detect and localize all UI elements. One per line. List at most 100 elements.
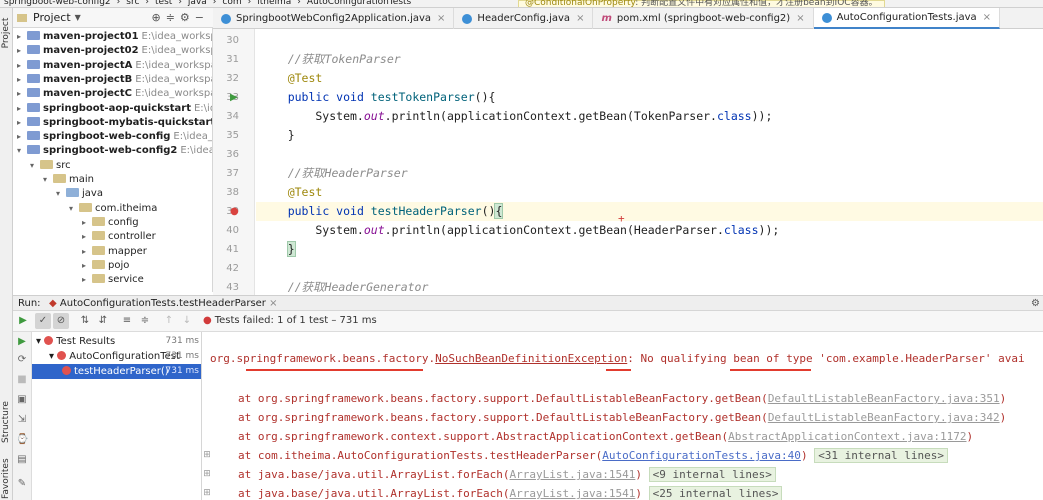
test-console[interactable]: org.springframework.beans.factory.NoSuch… xyxy=(202,332,1043,500)
test-result-row[interactable]: ▾ Test Results 731 ms xyxy=(32,334,201,349)
sort-alpha-icon[interactable]: ⇅ xyxy=(77,313,93,329)
tree-item[interactable]: ▸ config xyxy=(13,216,139,230)
breadcrumb-item[interactable]: AutoConfigurationTests xyxy=(307,0,411,7)
breadcrumb-item[interactable]: springboot-web-config2 xyxy=(4,0,111,7)
chevron-right-icon[interactable]: ▸ xyxy=(82,230,92,244)
tree-item[interactable]: ▸ springboot-aop-quickstartE:\idea_wo xyxy=(13,102,212,116)
show-passed-icon[interactable]: ✓ xyxy=(35,313,51,329)
chevron-right-icon[interactable]: ▸ xyxy=(82,273,92,287)
chevron-down-icon[interactable]: ▾ xyxy=(69,202,79,216)
tree-item[interactable]: ▸ maven-projectAE:\idea_workspace\ith xyxy=(13,59,212,73)
run-config-tab[interactable]: ◆ AutoConfigurationTests.testHeaderParse… xyxy=(49,296,278,311)
code-line[interactable]: @Test xyxy=(256,183,323,202)
frame-source-link[interactable]: AutoConfigurationTests.java:40 xyxy=(602,449,801,462)
tree-item[interactable]: ▸ mapper xyxy=(13,245,147,259)
camera-icon[interactable]: ▣ xyxy=(16,394,28,406)
breadcrumb-item[interactable]: java xyxy=(188,0,207,7)
close-icon[interactable]: × xyxy=(437,13,445,24)
editor-tab[interactable]: m pom.xml (springboot-web-config2) × xyxy=(593,8,814,29)
editor-tab[interactable]: SpringbootWebConfig2Application.java × xyxy=(213,8,455,29)
tree-item[interactable]: ▸ service xyxy=(13,273,144,287)
tree-item[interactable]: ▸ controller xyxy=(13,230,156,244)
code-line[interactable]: //获取TokenParser xyxy=(256,50,401,69)
chevron-right-icon[interactable]: ▸ xyxy=(17,116,27,130)
editor-tab[interactable]: AutoConfigurationTests.java × xyxy=(813,8,1001,29)
chevron-right-icon[interactable]: ▸ xyxy=(17,130,27,144)
close-icon[interactable]: × xyxy=(796,13,804,24)
show-ignored-icon[interactable]: ⊘ xyxy=(53,313,69,329)
next-failed-icon[interactable]: ↓ xyxy=(179,313,195,329)
toggle-autotest-icon[interactable]: ⟳ xyxy=(16,354,28,366)
chevron-right-icon[interactable]: ▸ xyxy=(17,59,27,73)
stack-frame[interactable]: at org.springframework.context.support.A… xyxy=(238,427,973,446)
code-line[interactable] xyxy=(256,145,260,164)
close-icon[interactable]: × xyxy=(576,13,584,24)
chevron-right-icon[interactable]: ▸ xyxy=(82,245,92,259)
chevron-down-icon[interactable]: ▾ xyxy=(56,187,66,201)
stack-frame[interactable]: at org.springframework.beans.factory.sup… xyxy=(238,389,1006,408)
rerun-failed-icon[interactable]: ▶ xyxy=(16,336,28,348)
chevron-right-icon[interactable]: ▸ xyxy=(17,44,27,58)
code-line[interactable]: public void testHeaderParser(){ xyxy=(256,202,1043,221)
editor-tab[interactable]: HeaderConfig.java × xyxy=(454,8,594,29)
tree-item[interactable]: ▸ maven-project02E:\idea_workspace\ith xyxy=(13,44,212,58)
folded-lines[interactable]: <31 internal lines> xyxy=(814,448,949,463)
code-line[interactable]: //获取HeaderGenerator xyxy=(256,278,429,295)
tree-item[interactable]: ▾ java xyxy=(13,187,103,201)
chevron-right-icon[interactable]: ▸ xyxy=(17,73,27,87)
frame-source-link[interactable]: DefaultListableBeanFactory.java:351 xyxy=(768,392,1000,405)
folded-lines[interactable]: <9 internal lines> xyxy=(648,467,776,482)
frame-source-link[interactable]: AbstractApplicationContext.java:1172 xyxy=(728,430,966,443)
expand-all-icon[interactable]: ≡ xyxy=(119,313,135,329)
frame-source-link[interactable]: DefaultListableBeanFactory.java:342 xyxy=(768,411,1000,424)
favorites-tool-tab[interactable]: Favorites xyxy=(0,458,13,499)
sort-duration-icon[interactable]: ⇵ xyxy=(95,313,111,329)
chevron-right-icon[interactable]: ▸ xyxy=(17,30,27,44)
code-line[interactable]: System.out.println(applicationContext.ge… xyxy=(256,221,779,240)
stack-frame[interactable]: at org.springframework.beans.factory.sup… xyxy=(238,408,1006,427)
project-tool-tab[interactable]: Project xyxy=(0,14,13,54)
stack-frame[interactable]: at java.base/java.util.ArrayList.forEach… xyxy=(238,465,776,484)
tree-item[interactable]: ▾ main xyxy=(13,173,94,187)
tree-item[interactable]: ▸ maven-project01E:\idea_workspace\ith xyxy=(13,30,212,44)
export-icon[interactable]: ⇲ xyxy=(16,414,28,426)
project-panel-title[interactable]: Project xyxy=(33,11,71,24)
frame-source-link[interactable]: ArrayList.java:1541 xyxy=(510,468,636,481)
tree-item[interactable]: ▾ springboot-web-config2E:\idea_works xyxy=(13,144,212,158)
code-line[interactable]: } xyxy=(256,240,296,259)
stack-frame[interactable]: at java.base/java.util.ArrayList.forEach… xyxy=(238,484,783,500)
code-line[interactable]: //获取HeaderParser xyxy=(256,164,408,183)
target-icon[interactable]: ⊕ xyxy=(151,11,165,24)
close-icon[interactable]: × xyxy=(269,298,277,309)
fold-icon[interactable]: ⊞ xyxy=(202,488,212,498)
chevron-down-icon[interactable]: ▼ xyxy=(75,13,81,22)
pin-icon[interactable]: ✎ xyxy=(16,478,28,490)
tree-item[interactable]: ▾ src xyxy=(13,159,71,173)
chevron-down-icon[interactable]: ▾ xyxy=(17,144,27,158)
chevron-right-icon[interactable]: ▸ xyxy=(82,216,92,230)
failed-test-icon[interactable]: ● xyxy=(230,202,239,221)
chevron-right-icon[interactable]: ▸ xyxy=(17,87,27,101)
chevron-down-icon[interactable]: ▾ xyxy=(30,159,40,173)
fold-icon[interactable]: ⊞ xyxy=(202,450,212,460)
code-line[interactable] xyxy=(256,31,260,50)
prev-failed-icon[interactable]: ↑ xyxy=(161,313,177,329)
tree-item[interactable]: ▸ maven-projectCE:\idea_workspace\ith xyxy=(13,87,212,101)
run-test-icon[interactable]: ▶ xyxy=(230,88,238,107)
gear-icon[interactable]: ⚙ xyxy=(180,11,195,24)
breadcrumb-item[interactable]: src xyxy=(126,0,139,7)
gear-icon[interactable]: ⚙ xyxy=(1031,296,1040,311)
breadcrumb-item[interactable]: test xyxy=(155,0,172,7)
rerun-icon[interactable]: ▶ xyxy=(15,313,31,329)
stack-frame[interactable]: at com.itheima.AutoConfigurationTests.te… xyxy=(238,446,949,465)
history-icon[interactable]: ⌚ xyxy=(16,434,28,446)
code-line[interactable]: public void testTokenParser(){ xyxy=(256,88,496,107)
code-line[interactable]: @Test xyxy=(256,69,323,88)
chevron-down-icon[interactable]: ▾ xyxy=(43,173,53,187)
minus-icon[interactable]: − xyxy=(195,11,209,24)
frame-source-link[interactable]: ArrayList.java:1541 xyxy=(510,487,636,500)
test-result-row[interactable]: testHeaderParser() 731 ms xyxy=(32,364,201,379)
test-result-row[interactable]: ▾ AutoConfigurationTest 731 ms xyxy=(32,349,201,364)
code-line[interactable] xyxy=(256,259,260,278)
tree-item[interactable]: ▸ pojo xyxy=(13,259,129,273)
